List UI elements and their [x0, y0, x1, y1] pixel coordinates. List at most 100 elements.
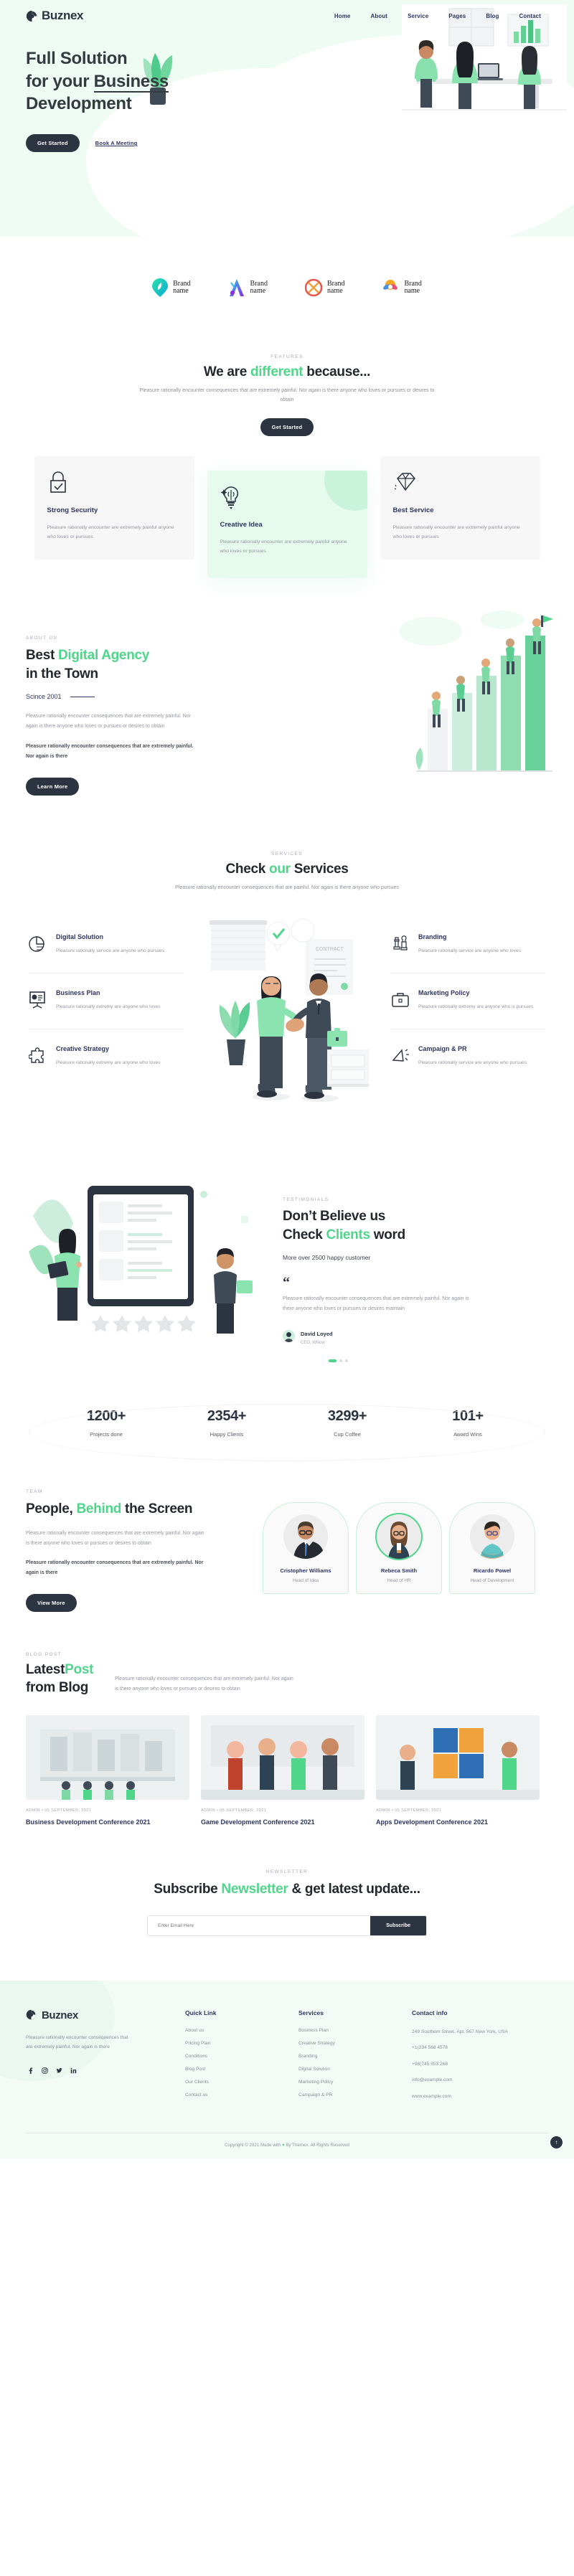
team-card-rebeca-smith[interactable]: Rebeca Smith Head of HR [356, 1502, 442, 1595]
hero-title-line1: Full Solution [26, 49, 128, 68]
linkedin-icon[interactable] [69, 2066, 78, 2075]
feature-card-best-service[interactable]: Best Service Pleasure rationally encount… [380, 456, 540, 560]
blog-card-game-development[interactable]: ADMIN • 05 SEPTEMBER, 2021 Game Developm… [201, 1715, 364, 1828]
member-photo [377, 1514, 421, 1560]
footer-website[interactable]: www.example.com [412, 2093, 548, 2102]
footer-contact-column: Contact info 249 Southern Street, Apt. 5… [412, 2009, 548, 2109]
footer-link-contact-us[interactable]: Contact us [185, 2093, 280, 2098]
footer-columns: Buznex Pleasure rationally encounter con… [26, 2009, 548, 2109]
get-started-button[interactable]: Get Started [26, 134, 80, 153]
team-card-ricardo-powel[interactable]: Ricardo Powel Head of Development [449, 1502, 535, 1595]
brand-logo-item-4[interactable]: Brand name [382, 278, 422, 297]
nav-item-home[interactable]: Home [334, 13, 351, 19]
feature-card-strong-security[interactable]: Strong Security Pleasure rationally enco… [34, 456, 194, 560]
svg-text:CONTRACT: CONTRACT [316, 947, 344, 952]
brand-logo-item-2[interactable]: Brand name [228, 278, 268, 297]
feature-card-creative-idea[interactable]: Creative Idea Pleasure rationally encoun… [207, 470, 367, 579]
scroll-to-top-button[interactable]: ↑ [550, 2136, 563, 2149]
testimonial-author-name: David Loyed [301, 1331, 333, 1338]
footer-email-1[interactable]: info@example.com [412, 2076, 548, 2085]
footer-link-blog-post[interactable]: Blog Post [185, 2067, 280, 2072]
footer-logo[interactable]: Buznex [26, 2009, 166, 2021]
feature-card-title: Best Service [392, 506, 434, 514]
service-item-marketing-policy[interactable]: Marketing Policy Pleasure rationally ext… [391, 973, 545, 1029]
footer-services-column: Services Business Plan Creative Strategy… [298, 2009, 393, 2109]
about-eyebrow: ABOUT US [26, 636, 58, 641]
brand-logo-item-3[interactable]: Brand name [305, 278, 344, 297]
testimonials-happy-count: More over 2500 happy customer [283, 1253, 371, 1261]
learn-more-button[interactable]: Learn More [26, 777, 80, 796]
team-card-cristopher-williams[interactable]: Cristopher Williams Head of Idea [263, 1502, 349, 1595]
blog-card-apps-development[interactable]: ADMIN • 05 SEPTEMBER, 2021 Apps Developm… [376, 1715, 540, 1828]
brand-logos-strip: Brand name Brand name Brand name Brand n… [0, 237, 574, 329]
feature-card-text: Pleasure rationally encounter are extrem… [392, 524, 520, 540]
footer-service-marketing-policy[interactable]: Marketing Policy [298, 2080, 393, 2085]
footer-phone-2[interactable]: +98(745 653 268 [412, 2060, 548, 2070]
features-cta-wrap: Get Started [136, 417, 438, 436]
footer-service-creative-strategy[interactable]: Creative Strategy [298, 2041, 393, 2046]
newsletter-email-input[interactable] [148, 1915, 371, 1935]
briefcase-icon [391, 989, 410, 1013]
nav-item-pages[interactable]: Pages [448, 13, 466, 19]
features-get-started-button[interactable]: Get Started [260, 417, 314, 436]
team-members: Cristopher Williams Head of Idea Rebeca … [263, 1489, 548, 1612]
footer-link-pricing-plan[interactable]: Pricing Plan [185, 2041, 280, 2046]
nav-item-contact[interactable]: Contact [519, 13, 541, 19]
brand-logo[interactable]: Buznex [26, 9, 83, 23]
feature-card-title: Strong Security [47, 506, 98, 514]
hero-title-line2-a: for your [26, 71, 94, 91]
footer-service-campaign-pr[interactable]: Campaign & PR [298, 2093, 393, 2098]
footer-service-business-plan[interactable]: Business Plan [298, 2028, 393, 2033]
team-paragraph-bold: Pleasure rationally encounter consequenc… [26, 1560, 204, 1576]
footer-link-about-us[interactable]: About us [185, 2028, 280, 2033]
newsletter-subscribe-button[interactable]: Subscribe [370, 1915, 426, 1935]
service-item-business-plan[interactable]: Business Plan Pleasure rationally extrem… [29, 973, 183, 1029]
instagram-icon[interactable] [40, 2066, 50, 2075]
footer-phone-1[interactable]: +1(234 568 4578 [412, 2044, 548, 2053]
testimonials-copy: TESTIMONIALS Don’t Believe us Check Clie… [276, 1173, 548, 1363]
services-column-left: Digital Solution Pleasure rationally ser… [28, 917, 183, 1133]
blog-card-business-development[interactable]: ADMIN • 05 SEPTEMBER, 2021 Business Deve… [26, 1715, 189, 1828]
footer-service-branding[interactable]: Branding [298, 2054, 393, 2059]
team-copy: TEAM People, Behind the Screen Pleasure … [26, 1489, 263, 1612]
newsletter-form: Subscribe [147, 1915, 427, 1936]
counters-section: 1200+ Projects done 2354+ Happy Clients … [0, 1362, 574, 1466]
service-item-digital-solution[interactable]: Digital Solution Pleasure rationally ser… [29, 917, 183, 973]
features-title: We are different because... [203, 364, 371, 379]
testimonial-quote: Pleasure rationally encounter consequenc… [283, 1296, 469, 1312]
avatar [283, 1329, 295, 1342]
nav-item-about[interactable]: About [370, 13, 387, 19]
about-paragraph-bold: Pleasure rationally encounter consequenc… [26, 743, 194, 759]
service-item-branding[interactable]: Branding Pleasure rationally service are… [391, 917, 545, 973]
footer-service-digital-solution[interactable]: Digital Solution [298, 2067, 393, 2072]
buznex-logo-icon [26, 2009, 38, 2021]
blog-header-left: BLOG POST LatestPost from Blog [26, 1652, 93, 1697]
blog-meta: ADMIN • 05 SEPTEMBER, 2021 [201, 1808, 267, 1813]
facebook-icon[interactable] [26, 2066, 35, 2075]
feature-card-title: Creative Idea [220, 520, 263, 529]
brand-logo-item-1[interactable]: Brand name [152, 278, 191, 297]
nav-item-blog[interactable]: Blog [486, 13, 499, 19]
view-more-button[interactable]: View More [26, 1593, 77, 1612]
page-root: Buznex Home About Service Pages Blog Con… [0, 0, 574, 2159]
service-item-creative-strategy[interactable]: Creative Strategy Pleasure rationally ex… [28, 1029, 183, 1085]
review-illustration [29, 1185, 253, 1334]
about-copy: ABOUT US Best Digital Agency in the Town … [26, 621, 248, 796]
twitter-icon[interactable] [55, 2066, 64, 2075]
footer-link-our-clients[interactable]: Our Clients [185, 2080, 280, 2085]
nav-menu: Home About Service Pages Blog Contact [334, 13, 548, 19]
services-header: SERVICES Check our Services Pleasure rat… [136, 851, 438, 893]
hero-title: Full Solution for your Business Developm… [26, 47, 574, 115]
nav-item-service[interactable]: Service [408, 13, 428, 19]
member-photo [470, 1514, 514, 1560]
service-text: Pleasure rationally service are anyone w… [418, 1060, 527, 1065]
about-visual [248, 610, 553, 796]
newsletter-title: Subscribe Newsletter & get latest update… [154, 1882, 420, 1897]
footer-link-conditions[interactable]: Conditions [185, 2054, 280, 2059]
service-item-campaign-pr[interactable]: Campaign & PR Pleasure rationally servic… [391, 1029, 545, 1085]
book-a-meeting-link[interactable]: Book A Meeting [95, 140, 138, 146]
member-photo [283, 1514, 328, 1560]
testimonials-visual [26, 1173, 276, 1363]
buznex-logo-icon [26, 10, 38, 22]
blog-cards: ADMIN • 05 SEPTEMBER, 2021 Business Deve… [26, 1715, 548, 1828]
